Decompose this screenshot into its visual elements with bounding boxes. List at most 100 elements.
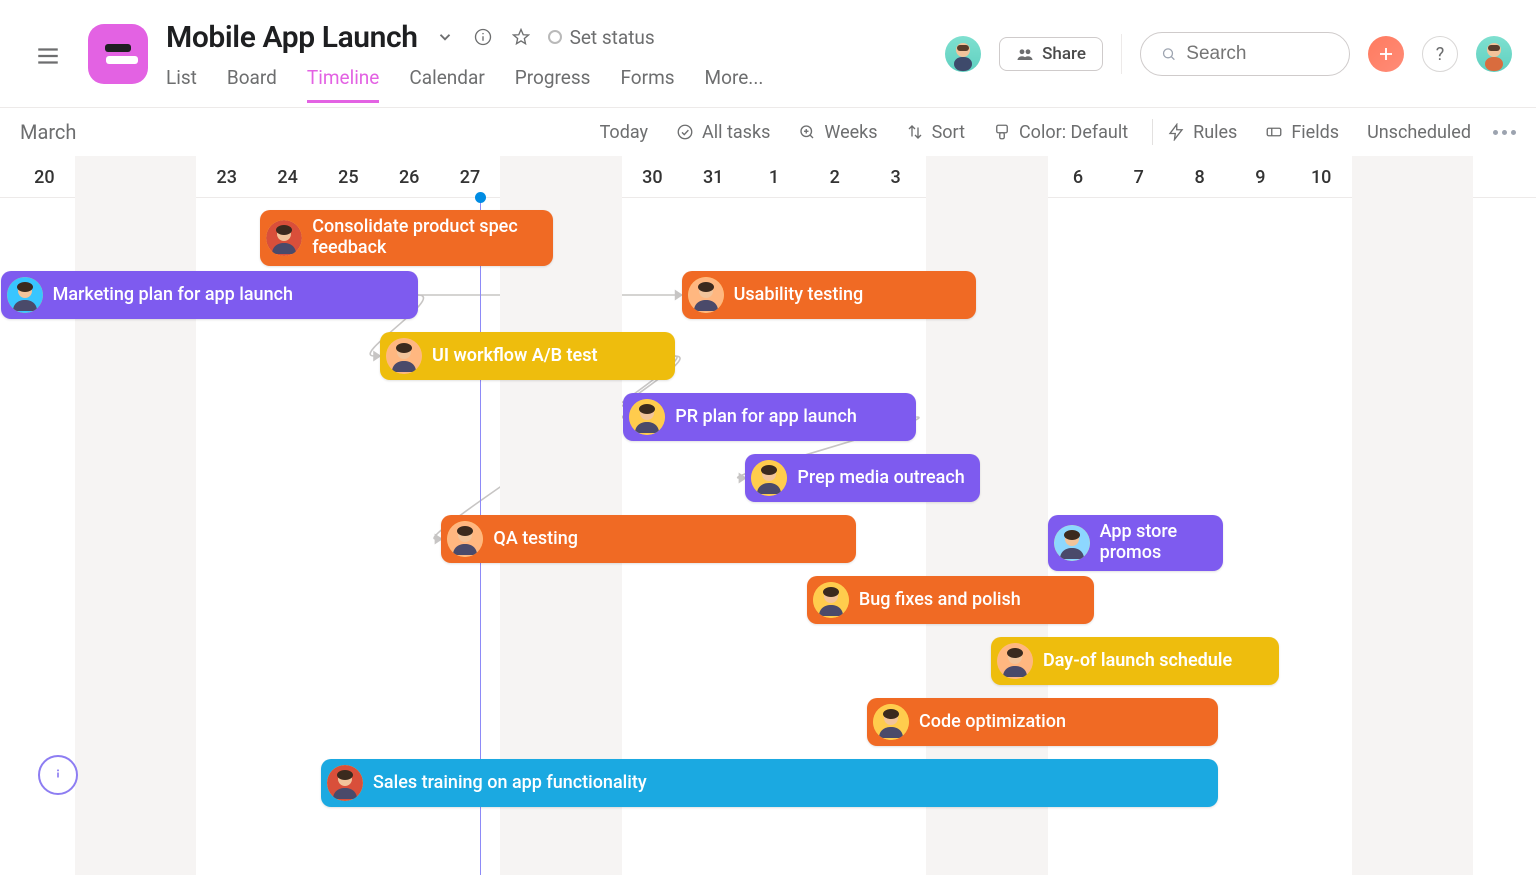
date-2[interactable]: 2 [804, 156, 865, 198]
task-label: QA testing [493, 529, 578, 550]
weekend-band [75, 156, 197, 875]
more-options-icon[interactable] [1493, 130, 1516, 135]
timeline-grid[interactable]: Consolidate product spec feedback Marketi… [0, 198, 1536, 875]
date-27[interactable]: 27 [440, 156, 501, 198]
assignee-avatar [751, 460, 787, 496]
project-color-icon[interactable] [88, 24, 148, 84]
divider [1121, 34, 1122, 74]
hamburger-menu-icon[interactable] [24, 32, 72, 80]
task-consolidate[interactable]: Consolidate product spec feedback [260, 210, 553, 266]
task-usability[interactable]: Usability testing [682, 271, 977, 319]
assignee-avatar [997, 643, 1033, 679]
assignee-avatar [873, 704, 909, 740]
today-button[interactable]: Today [600, 122, 648, 143]
info-icon[interactable] [472, 26, 494, 48]
task-qa[interactable]: QA testing [441, 515, 856, 563]
date-23[interactable]: 23 [196, 156, 257, 198]
task-sales[interactable]: Sales training on app functionality [321, 759, 1218, 807]
member-avatar[interactable] [945, 36, 981, 72]
global-add-button[interactable] [1368, 36, 1404, 72]
sort-icon [906, 123, 924, 141]
check-circle-icon [676, 123, 694, 141]
help-button[interactable]: ? [1422, 36, 1458, 72]
set-status-button[interactable]: Set status [548, 26, 655, 49]
sort-button[interactable]: Sort [906, 122, 965, 143]
task-label: Sales training on app functionality [373, 773, 647, 794]
lightning-icon [1167, 123, 1185, 141]
date-1[interactable]: 1 [744, 156, 805, 198]
date-31[interactable]: 31 [683, 156, 744, 198]
search-box[interactable] [1140, 32, 1350, 76]
tab-board[interactable]: Board [227, 66, 277, 101]
star-icon[interactable] [510, 26, 532, 48]
tab-list[interactable]: List [166, 66, 197, 101]
tab-more[interactable]: More... [705, 66, 764, 101]
date-26[interactable]: 26 [379, 156, 440, 198]
task-label: Usability testing [734, 285, 864, 306]
task-code-opt[interactable]: Code optimization [867, 698, 1218, 746]
weekend-band [1352, 156, 1474, 875]
tab-forms[interactable]: Forms [620, 66, 674, 101]
project-title[interactable]: Mobile App Launch [166, 20, 418, 55]
date-3[interactable]: 3 [865, 156, 926, 198]
tab-timeline[interactable]: Timeline [307, 66, 380, 101]
project-nav-tabs: List Board Timeline Calendar Progress Forms Mo… [166, 66, 945, 106]
date-25[interactable]: 25 [318, 156, 379, 198]
date-7[interactable]: 7 [1108, 156, 1169, 198]
floating-help-button[interactable] [38, 755, 78, 795]
unscheduled-button[interactable]: Unscheduled [1367, 122, 1471, 143]
task-label: UI workflow A/B test [432, 346, 598, 367]
filter-all-tasks[interactable]: All tasks [676, 122, 770, 143]
date-6[interactable]: 6 [1048, 156, 1109, 198]
assignee-avatar [266, 220, 302, 256]
chevron-down-icon[interactable] [434, 26, 456, 48]
app-header: Mobile App Launch Set status List Board Ti… [0, 0, 1536, 108]
assignee-avatar [7, 277, 43, 313]
assignee-avatar [629, 399, 665, 435]
color-select[interactable]: Color: Default [993, 122, 1128, 143]
assignee-avatar [327, 765, 363, 801]
timeline-toolbar: March Today All tasks Weeks Sort Color: … [0, 108, 1536, 156]
date-10[interactable]: 10 [1291, 156, 1352, 198]
task-bug-fixes[interactable]: Bug fixes and polish [807, 576, 1094, 624]
fields-button[interactable]: Fields [1265, 122, 1339, 143]
task-ui-ab[interactable]: UI workflow A/B test [380, 332, 675, 380]
date-9[interactable]: 9 [1230, 156, 1291, 198]
task-marketing[interactable]: Marketing plan for app launch [1, 271, 418, 319]
assignee-avatar [1054, 525, 1090, 561]
task-prep-media[interactable]: Prep media outreach [745, 454, 979, 502]
share-label: Share [1042, 44, 1086, 64]
assignee-avatar [386, 338, 422, 374]
tab-calendar[interactable]: Calendar [409, 66, 484, 101]
date-ruler: 202122232425262728293031123456789101112 [0, 156, 1536, 198]
task-day-of[interactable]: Day-of launch schedule [991, 637, 1279, 685]
date-8[interactable]: 8 [1169, 156, 1230, 198]
rules-button[interactable]: Rules [1167, 122, 1237, 143]
task-label: App store promos [1100, 522, 1211, 563]
set-status-label: Set status [570, 26, 655, 49]
status-circle-icon [548, 30, 562, 44]
today-dot-icon [475, 192, 486, 203]
task-label: Prep media outreach [797, 468, 964, 489]
zoom-select[interactable]: Weeks [798, 122, 877, 143]
task-app-store[interactable]: App store promos [1048, 515, 1223, 571]
date-20[interactable]: 20 [14, 156, 75, 198]
paint-icon [993, 123, 1011, 141]
task-pr-plan[interactable]: PR plan for app launch [623, 393, 916, 441]
assignee-avatar [447, 521, 483, 557]
task-label: PR plan for app launch [675, 407, 857, 428]
user-avatar[interactable] [1476, 36, 1512, 72]
search-icon [1161, 45, 1176, 63]
task-label: Code optimization [919, 712, 1066, 733]
fields-icon [1265, 123, 1283, 141]
zoom-icon [798, 123, 816, 141]
date-30[interactable]: 30 [622, 156, 683, 198]
share-button[interactable]: Share [999, 37, 1103, 71]
assignee-avatar [688, 277, 724, 313]
divider [1152, 119, 1153, 145]
tab-progress[interactable]: Progress [515, 66, 591, 101]
task-label: Bug fixes and polish [859, 590, 1021, 611]
timeline: 202122232425262728293031123456789101112 … [0, 156, 1536, 875]
search-input[interactable] [1186, 43, 1329, 65]
date-24[interactable]: 24 [257, 156, 318, 198]
